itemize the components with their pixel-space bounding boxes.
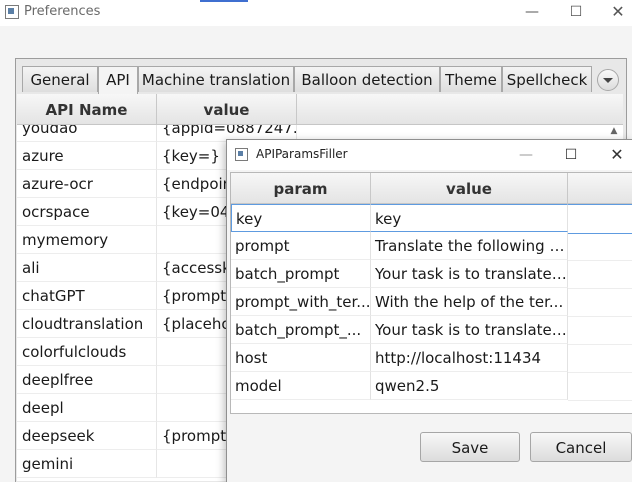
cancel-button[interactable]: Cancel — [530, 432, 632, 462]
tabs-overflow-dropdown-icon[interactable] — [597, 69, 619, 91]
param-value-cell[interactable]: Your task is to translate ... — [371, 316, 568, 344]
close-icon[interactable]: ✕ — [604, 2, 632, 22]
header-api-name[interactable]: API Name — [17, 94, 157, 124]
api-name-cell[interactable]: ali — [17, 254, 157, 282]
api-name-cell[interactable]: mymemory — [17, 226, 157, 254]
param-value-cell[interactable]: Translate the following i... — [371, 232, 568, 260]
minimize-icon[interactable]: — — [518, 2, 546, 22]
table-row[interactable]: prompt Translate the following i... — [231, 232, 632, 261]
api-name-cell[interactable]: ocrspace — [17, 198, 157, 226]
app-icon — [5, 5, 19, 19]
table-row[interactable]: key key — [231, 204, 632, 234]
param-extra-cell — [568, 232, 632, 261]
api-name-cell[interactable]: gemini — [17, 450, 157, 478]
param-table: param value key key prompt Translate the fo… — [230, 172, 632, 414]
dialog-titlebar: APIParamsFiller — ☐ ✕ — [227, 140, 632, 170]
param-name-cell[interactable]: key — [231, 204, 371, 232]
param-name-cell[interactable]: model — [231, 372, 371, 400]
table-row[interactable]: batch_prompt_... Your task is to translat… — [231, 316, 632, 345]
param-extra-cell — [568, 204, 632, 234]
param-table-header: param value — [231, 173, 632, 204]
api-params-filler-dialog: APIParamsFiller — ☐ ✕ param value key key… — [226, 139, 632, 482]
param-name-cell[interactable]: batch_prompt — [231, 260, 371, 288]
tab-balloon-detection[interactable]: Balloon detection — [294, 66, 440, 92]
param-extra-cell — [568, 372, 632, 401]
table-row[interactable]: host http://localhost:11434 — [231, 344, 632, 373]
api-name-cell[interactable]: azure-ocr — [17, 170, 157, 198]
maximize-icon[interactable]: ☐ — [562, 2, 590, 22]
api-name-cell[interactable]: chatGPT — [17, 282, 157, 310]
tab-theme[interactable]: Theme — [440, 66, 502, 92]
api-name-cell[interactable]: youdao — [17, 125, 157, 142]
table-row[interactable]: model qwen2.5 — [231, 372, 632, 401]
api-name-cell[interactable]: deeplfree — [17, 366, 157, 394]
param-name-cell[interactable]: batch_prompt_... — [231, 316, 371, 344]
param-name-cell[interactable]: prompt_with_ter... — [231, 288, 371, 316]
dialog-title: APIParamsFiller — [256, 147, 348, 161]
dialog-minimize-icon[interactable]: — — [513, 145, 539, 165]
window-titlebar: Preferences — ☐ ✕ — [0, 0, 632, 26]
tab-api[interactable]: API — [98, 66, 138, 94]
api-name-cell[interactable]: cloudtranslation — [17, 310, 157, 338]
param-value-cell[interactable]: Your task is to translate ... — [371, 260, 568, 288]
param-extra-cell — [568, 344, 632, 373]
param-value-cell[interactable]: http://localhost:11434 — [371, 344, 568, 372]
param-extra-cell — [568, 288, 632, 317]
header-param-value[interactable]: value — [371, 173, 568, 203]
param-value-cell[interactable]: qwen2.5 — [371, 372, 568, 400]
dialog-maximize-icon[interactable]: ☐ — [558, 145, 584, 165]
tab-general[interactable]: General — [22, 66, 98, 92]
param-extra-cell — [568, 316, 632, 345]
dialog-app-icon — [235, 148, 248, 161]
tab-spellcheck[interactable]: Spellcheck — [502, 66, 592, 92]
param-name-cell[interactable]: prompt — [231, 232, 371, 260]
window-title: Preferences — [24, 4, 101, 19]
table-row[interactable]: prompt_with_ter... With the help of the t… — [231, 288, 632, 317]
param-value-cell[interactable]: With the help of the ter... — [371, 288, 568, 316]
api-table-header: API Name value — [17, 94, 623, 125]
api-name-cell[interactable]: azure — [17, 142, 157, 170]
save-button[interactable]: Save — [420, 432, 520, 462]
scroll-up-icon[interactable]: ▲ — [607, 125, 621, 137]
param-extra-cell — [568, 260, 632, 289]
tab-machine-translation[interactable]: Machine translation — [138, 66, 294, 92]
api-name-cell[interactable]: colorfulclouds — [17, 338, 157, 366]
api-name-cell[interactable]: deepseek — [17, 422, 157, 450]
dialog-close-icon[interactable]: ✕ — [604, 145, 630, 165]
header-value[interactable]: value — [157, 94, 297, 124]
param-value-cell[interactable]: key — [371, 204, 568, 232]
api-name-cell[interactable]: deepl — [17, 394, 157, 422]
header-empty — [568, 173, 632, 203]
table-row[interactable]: batch_prompt Your task is to translate ..… — [231, 260, 632, 289]
header-param[interactable]: param — [231, 173, 371, 203]
param-name-cell[interactable]: host — [231, 344, 371, 372]
title-accent-line — [200, 0, 248, 2]
